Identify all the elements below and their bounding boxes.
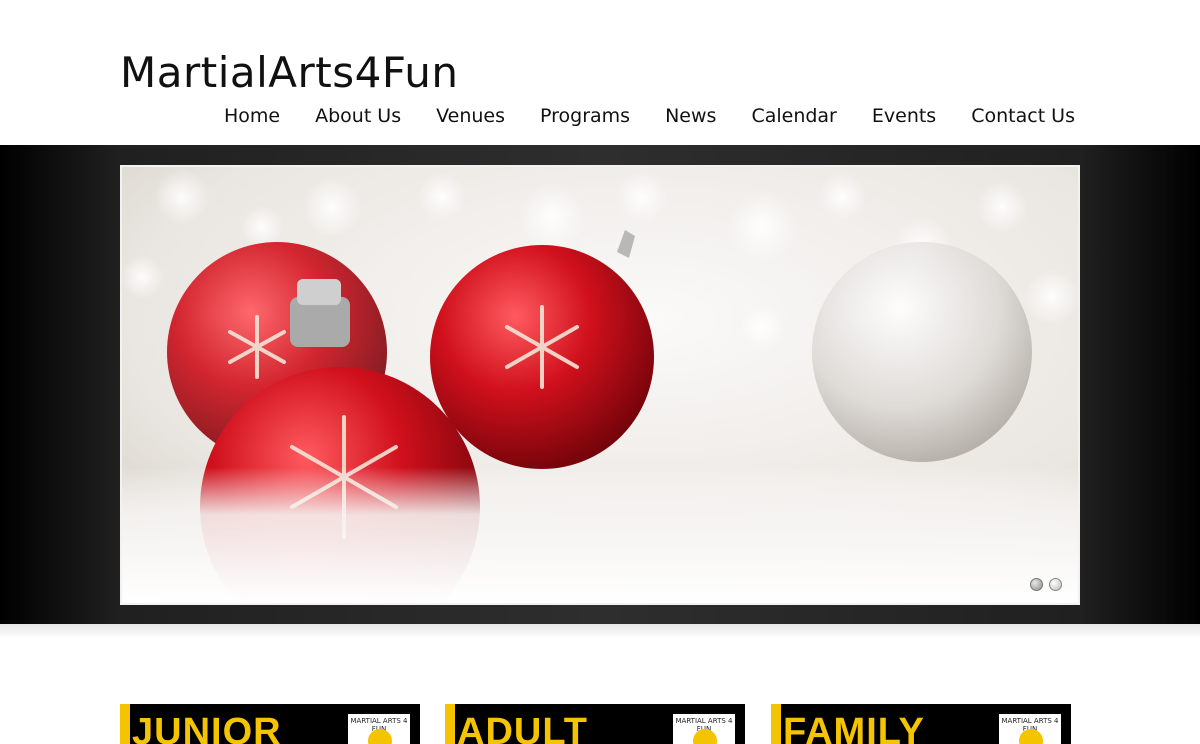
- nav-about-us[interactable]: About Us: [315, 103, 401, 129]
- slider-dot-2[interactable]: [1049, 578, 1062, 591]
- christmas-ornaments-image: [122, 167, 1078, 603]
- slider-dots: [1030, 578, 1062, 591]
- nav-contact-us[interactable]: Contact Us: [971, 103, 1075, 129]
- accent-bar: [771, 704, 781, 744]
- nav-venues[interactable]: Venues: [436, 103, 505, 129]
- nav-events[interactable]: Events: [872, 103, 936, 129]
- hero-slider[interactable]: [120, 165, 1080, 605]
- nav-programs[interactable]: Programs: [540, 103, 630, 129]
- program-label: JUNIOR: [132, 711, 282, 744]
- program-card-junior[interactable]: JUNIOR MARTIAL ARTS 4 FUN: [120, 704, 420, 744]
- slider-dot-1[interactable]: [1030, 578, 1043, 591]
- program-label: ADULT: [457, 711, 588, 744]
- program-card-family[interactable]: FAMILY MARTIAL ARTS 4 FUN: [771, 704, 1071, 744]
- nav-home[interactable]: Home: [224, 103, 280, 129]
- site-title[interactable]: MartialArts4Fun: [120, 48, 458, 98]
- accent-bar: [445, 704, 455, 744]
- program-card-adult[interactable]: ADULT MARTIAL ARTS 4 FUN: [445, 704, 745, 744]
- nav-calendar[interactable]: Calendar: [751, 103, 836, 129]
- accent-bar: [120, 704, 130, 744]
- main-nav: Home About Us Venues Programs News Calen…: [189, 103, 1075, 129]
- program-label: FAMILY: [783, 711, 925, 744]
- band-shadow: [0, 624, 1200, 638]
- nav-news[interactable]: News: [665, 103, 716, 129]
